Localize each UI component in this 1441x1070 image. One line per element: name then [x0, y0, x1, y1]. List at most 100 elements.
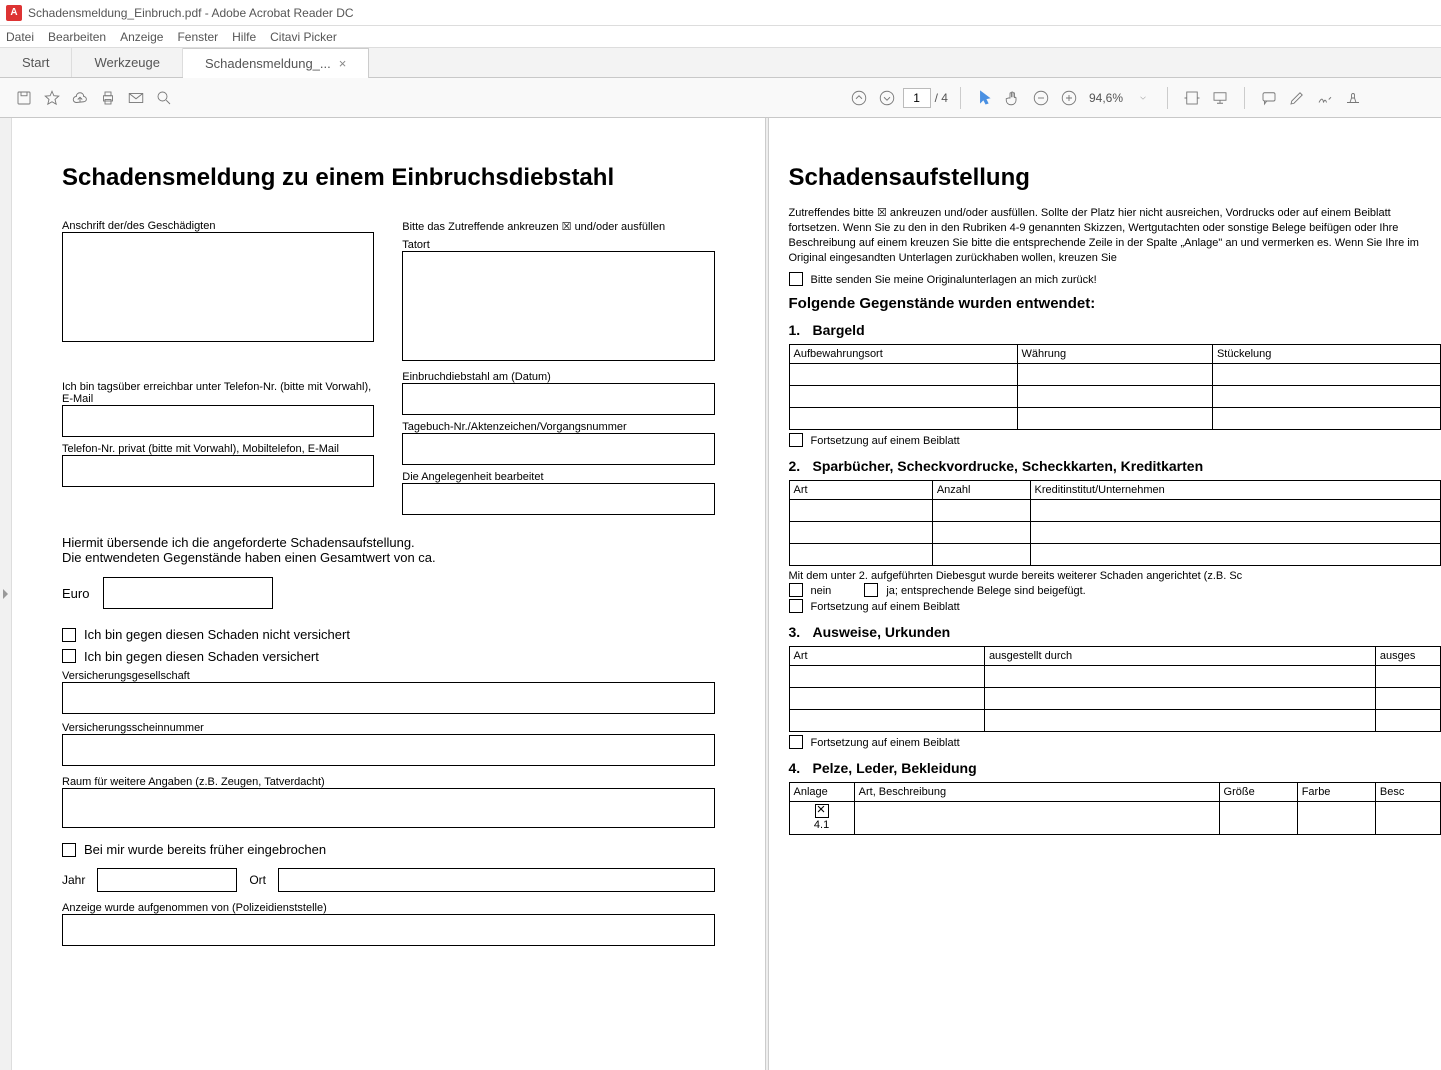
tab-document[interactable]: Schadensmeldung_...×: [183, 48, 369, 78]
akt-label: Tagebuch-Nr./Aktenzeichen/Vorgangsnummer: [402, 421, 714, 433]
zoom-out-icon[interactable]: [1029, 86, 1053, 110]
table-row: [789, 500, 1441, 522]
akt-field[interactable]: [402, 433, 714, 465]
hand-icon[interactable]: [1001, 86, 1025, 110]
stamp-icon[interactable]: [1341, 86, 1365, 110]
anzeige-field[interactable]: [62, 914, 715, 946]
table-bargeld: AufbewahrungsortWährungStückelung: [789, 344, 1441, 430]
page-current-input[interactable]: [903, 88, 931, 108]
bearbeitet-label: Die Angelegenheit bearbeitet: [402, 471, 714, 483]
jahr-label: Jahr: [62, 873, 85, 887]
tel-priv-label: Telefon-Nr. privat (bitte mit Vorwahl), …: [62, 443, 374, 455]
tatort-field[interactable]: [402, 251, 714, 361]
date-field[interactable]: [402, 383, 714, 415]
pdf-page-2: NRW 2435 Schadensaufstellung Zutreffende…: [769, 118, 1441, 1070]
anzeige-label: Anzeige wurde aufgenommen von (Polizeidi…: [62, 902, 715, 914]
addr-field[interactable]: [62, 232, 374, 342]
table-row: [789, 408, 1441, 430]
entwendet-heading: Folgende Gegenstände wurden entwendet:: [789, 295, 1441, 312]
bearbeitet-field[interactable]: [402, 483, 714, 515]
comment-icon[interactable]: [1257, 86, 1281, 110]
fit-width-icon[interactable]: [1180, 86, 1204, 110]
table-row: [789, 544, 1441, 566]
tatort-label: Tatort: [402, 239, 714, 251]
document-viewport: NRW 2435 Schadensmeldung zu einem Einbru…: [0, 118, 1441, 1070]
table-row: [789, 386, 1441, 408]
menu-window[interactable]: Fenster: [177, 30, 218, 44]
menu-citavi[interactable]: Citavi Picker: [270, 30, 337, 44]
cb-cont-3[interactable]: [789, 735, 803, 749]
ort-label: Ort: [249, 873, 266, 887]
close-icon[interactable]: ×: [339, 56, 347, 71]
table-row: [789, 522, 1441, 544]
cb-nein[interactable]: [789, 583, 803, 597]
tab-start[interactable]: Start: [0, 48, 72, 77]
table-sparbuecher: ArtAnzahlKreditinstitut/Unternehmen: [789, 480, 1441, 566]
menu-edit[interactable]: Bearbeiten: [48, 30, 106, 44]
table-row: 4.1: [789, 802, 1441, 835]
page-down-icon[interactable]: [875, 86, 899, 110]
vers-nr-field[interactable]: [62, 734, 715, 766]
pointer-icon[interactable]: [973, 86, 997, 110]
zoom-level[interactable]: 94,6%: [1089, 91, 1123, 105]
table-row: [789, 688, 1441, 710]
table-row: [789, 364, 1441, 386]
cb-return-originals[interactable]: [789, 272, 803, 286]
tel-day-label: Ich bin tagsüber erreichbar unter Telefo…: [62, 381, 374, 405]
chevron-down-icon[interactable]: [1131, 86, 1155, 110]
cb-ja[interactable]: [864, 583, 878, 597]
tel-day-field[interactable]: [62, 405, 374, 437]
cb-anlage-41[interactable]: [815, 804, 829, 818]
page-title: Schadensmeldung zu einem Einbruchsdiebst…: [62, 164, 715, 192]
addr-label: Anschrift der/des Geschädigten: [62, 220, 374, 232]
cb-cont-1[interactable]: [789, 433, 803, 447]
vers-ges-field[interactable]: [62, 682, 715, 714]
cb-cont-2[interactable]: [789, 599, 803, 613]
euro-label: Euro: [62, 586, 89, 601]
s2-question: Mit dem unter 2. aufgeführten Diebesgut …: [789, 570, 1441, 582]
save-icon[interactable]: [12, 86, 36, 110]
raum-field[interactable]: [62, 788, 715, 828]
menu-file[interactable]: Datei: [6, 30, 34, 44]
menu-help[interactable]: Hilfe: [232, 30, 256, 44]
date-label: Einbruchdiebstahl am (Datum): [402, 371, 714, 383]
fill-hint: Bitte das Zutreffende ankreuzen ☒ und/od…: [402, 220, 714, 233]
page2-title: Schadensaufstellung: [789, 164, 1441, 192]
table-row: [789, 666, 1441, 688]
jahr-field[interactable]: [97, 868, 237, 892]
cb-not-insured[interactable]: [62, 628, 76, 642]
euro-field[interactable]: [103, 577, 273, 609]
pdf-page-1: NRW 2435 Schadensmeldung zu einem Einbru…: [12, 118, 765, 1070]
app-icon: A: [6, 5, 22, 21]
table-pelze: AnlageArt, BeschreibungGrößeFarbeBesc 4.…: [789, 782, 1441, 835]
raum-label: Raum für weitere Angaben (z.B. Zeugen, T…: [62, 776, 715, 788]
table-ausweise: Artausgestellt durchausges: [789, 646, 1441, 732]
tab-bar: Start Werkzeuge Schadensmeldung_...×: [0, 48, 1441, 78]
main-toolbar: / 4 94,6%: [0, 78, 1441, 118]
signature-icon[interactable]: [1313, 86, 1337, 110]
search-icon[interactable]: [152, 86, 176, 110]
print-icon[interactable]: [96, 86, 120, 110]
window-title: Schadensmeldung_Einbruch.pdf - Adobe Acr…: [28, 6, 354, 20]
cb-before[interactable]: [62, 843, 76, 857]
side-panel-toggle[interactable]: [0, 118, 12, 1070]
page-up-icon[interactable]: [847, 86, 871, 110]
fit-page-icon[interactable]: [1208, 86, 1232, 110]
table-row: [789, 710, 1441, 732]
menu-view[interactable]: Anzeige: [120, 30, 163, 44]
mail-icon[interactable]: [124, 86, 148, 110]
window-titlebar: A Schadensmeldung_Einbruch.pdf - Adobe A…: [0, 0, 1441, 26]
tab-tools[interactable]: Werkzeuge: [72, 48, 183, 77]
page-indicator: / 4: [903, 88, 948, 108]
ort-field[interactable]: [278, 868, 714, 892]
zoom-in-icon[interactable]: [1057, 86, 1081, 110]
vers-ges-label: Versicherungsgesellschaft: [62, 670, 715, 682]
cloud-icon[interactable]: [68, 86, 92, 110]
cb-insured[interactable]: [62, 649, 76, 663]
page-total: / 4: [935, 91, 948, 105]
menu-bar: Datei Bearbeiten Anzeige Fenster Hilfe C…: [0, 26, 1441, 48]
pen-icon[interactable]: [1285, 86, 1309, 110]
tel-priv-field[interactable]: [62, 455, 374, 487]
intro-text-1: Hiermit übersende ich die angeforderte S…: [62, 535, 715, 550]
star-icon[interactable]: [40, 86, 64, 110]
